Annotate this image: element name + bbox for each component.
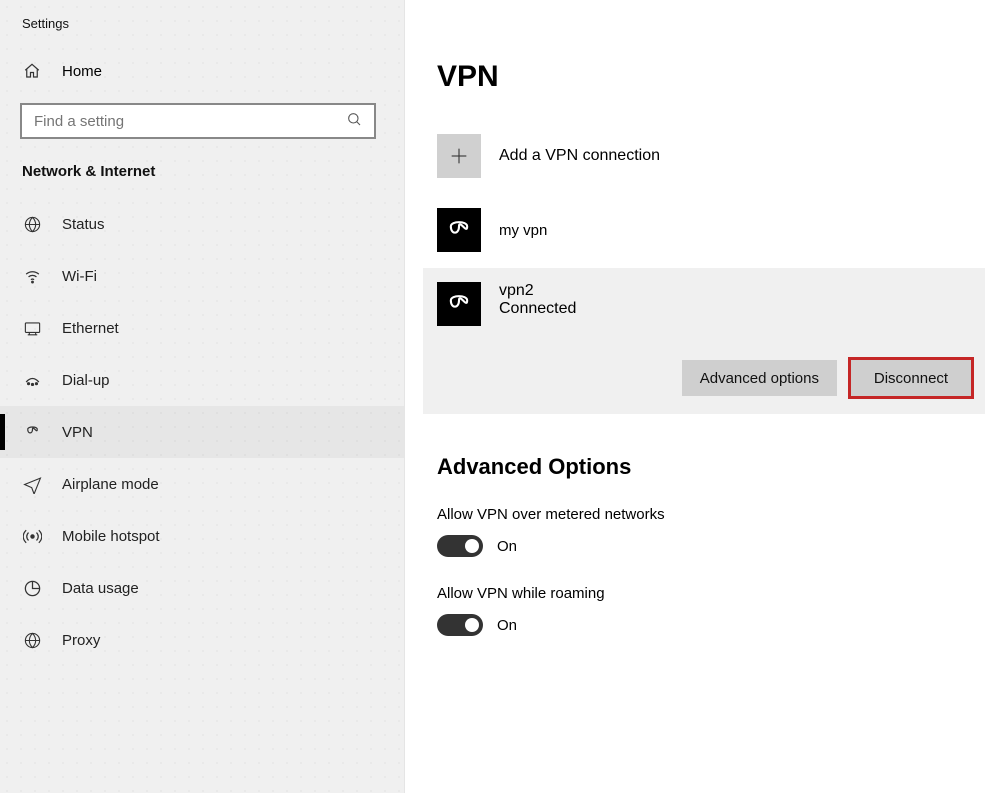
main-content: VPN Add a VPN connection my vpn vpn2 Con… xyxy=(405,0,1004,793)
toggle-row-roaming: Allow VPN while roaming On xyxy=(437,585,1004,636)
toggle-label: Allow VPN while roaming xyxy=(437,585,1004,602)
sidebar-item-proxy[interactable]: Proxy xyxy=(0,614,404,666)
vpn-connection-item[interactable]: my vpn xyxy=(437,202,1004,258)
sidebar-item-label: Airplane mode xyxy=(62,476,159,493)
sidebar-item-dialup[interactable]: Dial-up xyxy=(0,354,404,406)
sidebar-item-label: Proxy xyxy=(62,632,100,649)
add-vpn-label: Add a VPN connection xyxy=(499,147,660,165)
sidebar-item-hotspot[interactable]: Mobile hotspot xyxy=(0,510,404,562)
plus-icon xyxy=(437,134,481,178)
sidebar-item-label: Data usage xyxy=(62,580,139,597)
search-icon xyxy=(346,111,362,131)
sidebar-item-airplane[interactable]: Airplane mode xyxy=(0,458,404,510)
home-icon xyxy=(22,61,42,81)
search-container xyxy=(0,93,404,155)
sidebar-item-label: VPN xyxy=(62,424,93,441)
vpn-icon xyxy=(22,422,42,442)
sidebar-item-wifi[interactable]: Wi-Fi xyxy=(0,250,404,302)
search-input[interactable] xyxy=(20,103,376,139)
globe-icon xyxy=(22,214,42,234)
vpn-connection-name: vpn2 xyxy=(499,282,576,300)
sidebar-item-label: Mobile hotspot xyxy=(62,528,160,545)
sidebar: Settings Home Network & Internet Status … xyxy=(0,0,405,793)
vpn-connection-icon xyxy=(437,208,481,252)
dialup-icon xyxy=(22,370,42,390)
app-title: Settings xyxy=(0,10,404,49)
vpn-connection-item-selected[interactable]: vpn2 Connected Advanced options Disconne… xyxy=(423,268,985,414)
toggle-state: On xyxy=(497,617,517,634)
disconnect-button[interactable]: Disconnect xyxy=(851,360,971,396)
sidebar-home-label: Home xyxy=(62,63,102,80)
sidebar-item-vpn[interactable]: VPN xyxy=(0,406,404,458)
vpn-connection-icon xyxy=(437,282,481,326)
sidebar-item-ethernet[interactable]: Ethernet xyxy=(0,302,404,354)
sidebar-section-header: Network & Internet xyxy=(0,155,404,198)
toggle-row-metered: Allow VPN over metered networks On xyxy=(437,506,1004,557)
advanced-options-heading: Advanced Options xyxy=(437,454,1004,480)
sidebar-item-label: Status xyxy=(62,216,105,233)
sidebar-item-datausage[interactable]: Data usage xyxy=(0,562,404,614)
search-input-field[interactable] xyxy=(34,113,346,130)
airplane-icon xyxy=(22,474,42,494)
proxy-icon xyxy=(22,630,42,650)
vpn-connection-name: my vpn xyxy=(499,222,547,239)
data-usage-icon xyxy=(22,578,42,598)
sidebar-item-label: Wi-Fi xyxy=(62,268,97,285)
page-title: VPN xyxy=(437,60,1004,94)
hotspot-icon xyxy=(22,526,42,546)
sidebar-item-status[interactable]: Status xyxy=(0,198,404,250)
sidebar-item-label: Ethernet xyxy=(62,320,119,337)
ethernet-icon xyxy=(22,318,42,338)
add-vpn-connection[interactable]: Add a VPN connection xyxy=(437,134,1004,178)
toggle-state: On xyxy=(497,538,517,555)
sidebar-item-label: Dial-up xyxy=(62,372,110,389)
wifi-icon xyxy=(22,266,42,286)
advanced-options-button[interactable]: Advanced options xyxy=(682,360,837,396)
toggle-metered-networks[interactable] xyxy=(437,535,483,557)
toggle-roaming[interactable] xyxy=(437,614,483,636)
toggle-label: Allow VPN over metered networks xyxy=(437,506,1004,523)
vpn-connection-status: Connected xyxy=(499,300,576,318)
sidebar-home[interactable]: Home xyxy=(0,49,404,93)
